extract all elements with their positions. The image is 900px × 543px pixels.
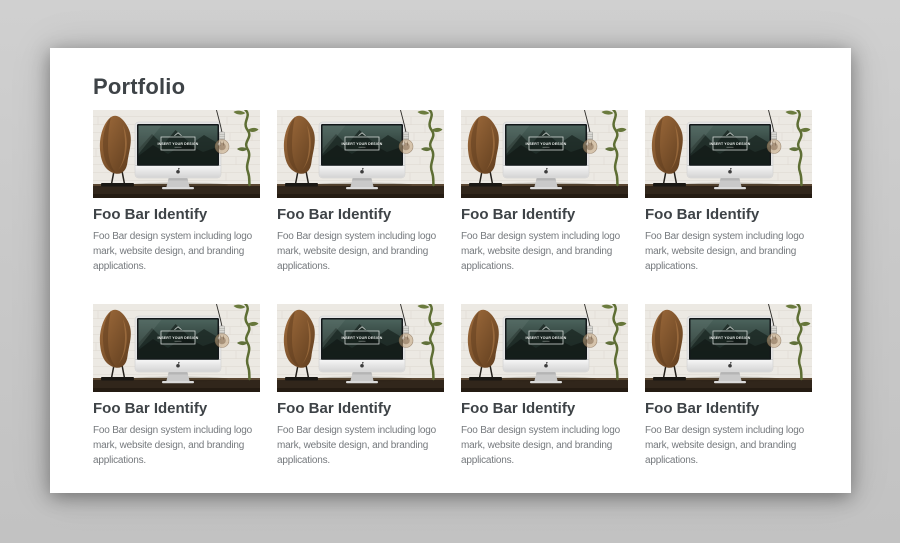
portfolio-item-title[interactable]: Foo Bar Identify [461,400,628,418]
page-title: Portfolio [93,75,811,98]
portfolio-item-title[interactable]: Foo Bar Identify [277,206,444,224]
portfolio-item-title[interactable]: Foo Bar Identify [277,400,444,418]
imac-desk-photo [461,304,628,392]
portfolio-grid: Foo Bar Identify Foo Bar design system i… [93,110,811,468]
portfolio-thumbnail[interactable] [277,304,444,392]
portfolio-item-description: Foo Bar design system including logo mar… [645,229,812,274]
portfolio-item[interactable]: Foo Bar Identify Foo Bar design system i… [277,110,444,274]
portfolio-thumbnail[interactable] [93,110,260,198]
portfolio-item-title[interactable]: Foo Bar Identify [461,206,628,224]
portfolio-item[interactable]: Foo Bar Identify Foo Bar design system i… [461,304,628,468]
portfolio-item-description: Foo Bar design system including logo mar… [277,229,444,274]
portfolio-item-title[interactable]: Foo Bar Identify [93,400,260,418]
portfolio-item[interactable]: Foo Bar Identify Foo Bar design system i… [93,110,260,274]
portfolio-item-description: Foo Bar design system including logo mar… [93,229,260,274]
portfolio-thumbnail[interactable] [277,110,444,198]
portfolio-thumbnail[interactable] [93,304,260,392]
portfolio-thumbnail[interactable] [461,110,628,198]
portfolio-item-description: Foo Bar design system including logo mar… [277,423,444,468]
portfolio-item-description: Foo Bar design system including logo mar… [461,229,628,274]
portfolio-item[interactable]: Foo Bar Identify Foo Bar design system i… [461,110,628,274]
imac-desk-photo [93,304,260,392]
portfolio-item[interactable]: Foo Bar Identify Foo Bar design system i… [93,304,260,468]
imac-desk-photo [93,110,260,198]
imac-desk-photo [277,304,444,392]
portfolio-item[interactable]: Foo Bar Identify Foo Bar design system i… [645,304,812,468]
portfolio-item-title[interactable]: Foo Bar Identify [645,206,812,224]
imac-desk-photo [645,304,812,392]
portfolio-item[interactable]: Foo Bar Identify Foo Bar design system i… [645,110,812,274]
imac-desk-photo [277,110,444,198]
portfolio-item-description: Foo Bar design system including logo mar… [461,423,628,468]
portfolio-item-description: Foo Bar design system including logo mar… [645,423,812,468]
portfolio-thumbnail[interactable] [645,304,812,392]
portfolio-item-title[interactable]: Foo Bar Identify [93,206,260,224]
portfolio-item-title[interactable]: Foo Bar Identify [645,400,812,418]
imac-desk-photo [645,110,812,198]
portfolio-thumbnail[interactable] [461,304,628,392]
portfolio-panel: Portfolio Foo Bar Identify Foo Bar desig… [50,48,851,493]
portfolio-item[interactable]: Foo Bar Identify Foo Bar design system i… [277,304,444,468]
portfolio-thumbnail[interactable] [645,110,812,198]
portfolio-item-description: Foo Bar design system including logo mar… [93,423,260,468]
imac-desk-photo [461,110,628,198]
